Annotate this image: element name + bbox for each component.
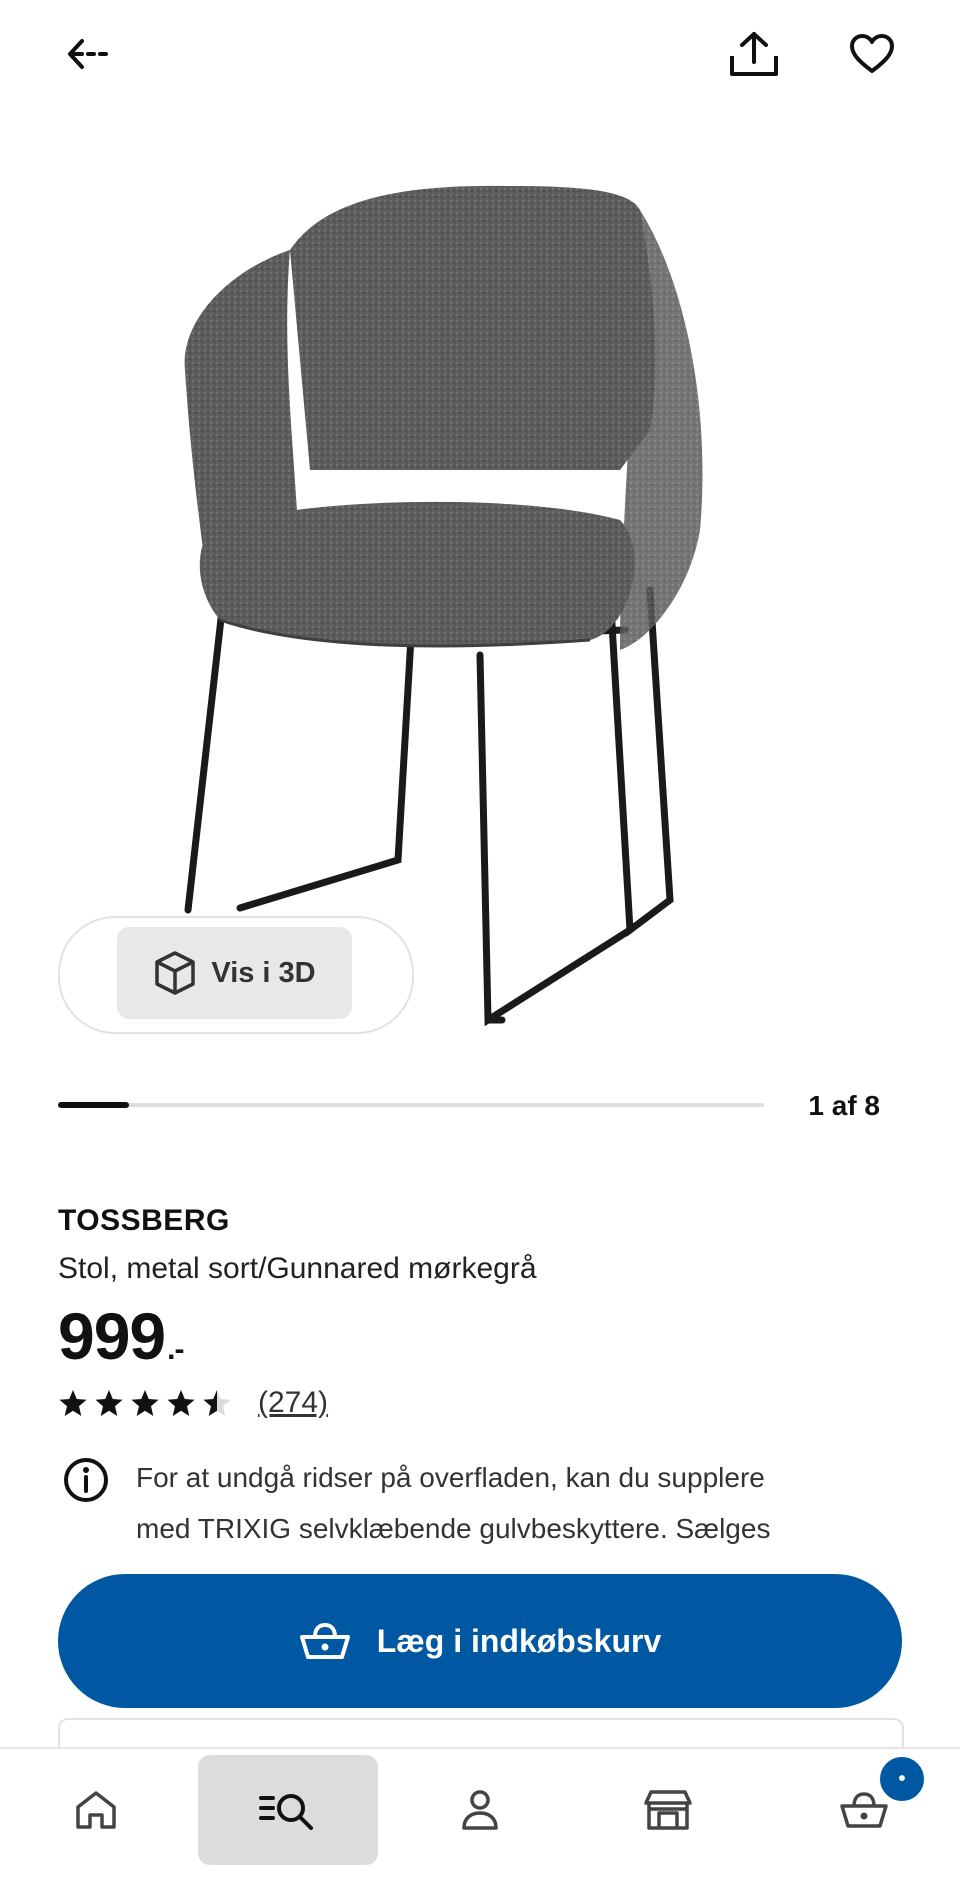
product-price: 999.- — [58, 1298, 184, 1374]
back-button[interactable] — [52, 18, 124, 90]
nav-cart[interactable]: • — [816, 1753, 928, 1865]
share-button[interactable] — [718, 18, 790, 90]
favorite-button[interactable] — [836, 18, 908, 90]
cube-icon — [155, 951, 196, 995]
back-arrow-icon — [68, 39, 108, 69]
product-description: Stol, metal sort/Gunnared mørkegrå — [58, 1252, 537, 1285]
review-count-link[interactable]: (274) — [258, 1386, 328, 1420]
info-message: For at undgå ridser på overfladen, kan d… — [136, 1452, 896, 1554]
star-icon — [131, 1390, 159, 1416]
search-icon — [259, 1794, 313, 1830]
cart-badge: • — [876, 1753, 928, 1805]
gallery-progress-bar — [58, 1102, 764, 1108]
bottom-navigation: • — [0, 1747, 960, 1904]
star-icon — [59, 1390, 87, 1416]
share-icon — [730, 32, 778, 76]
add-to-cart-label: Læg i indkøbskurv — [376, 1622, 662, 1659]
nav-search[interactable] — [198, 1755, 378, 1865]
nav-profile[interactable] — [432, 1755, 528, 1865]
nav-home[interactable] — [48, 1755, 144, 1865]
view-3d-button[interactable]: Vis i 3D — [117, 927, 352, 1019]
info-line-1: For at undgå ridser på overfladen, kan d… — [136, 1462, 765, 1493]
view-3d-label: Vis i 3D — [211, 956, 316, 989]
gallery-progress-fill — [58, 1102, 129, 1108]
rating-stars — [58, 1389, 232, 1417]
star-icon — [95, 1390, 123, 1416]
price-value: 999 — [58, 1299, 166, 1373]
next-card-peek — [58, 1718, 904, 1750]
basket-icon — [299, 1622, 350, 1659]
info-icon — [64, 1458, 108, 1502]
product-name: TOSSBERG — [58, 1204, 230, 1237]
nav-store[interactable] — [620, 1755, 716, 1865]
gallery-counter: 1 af 8 — [808, 1090, 880, 1121]
price-suffix: .- — [167, 1333, 184, 1366]
rating[interactable]: (274) — [58, 1386, 328, 1420]
store-icon — [644, 1790, 692, 1830]
heart-icon — [850, 34, 894, 73]
star-icon — [167, 1390, 195, 1416]
home-icon — [76, 1791, 116, 1829]
info-line-2: med TRIXIG selvklæbende gulvbeskyttere. … — [136, 1513, 771, 1544]
add-to-cart-button[interactable]: Læg i indkøbskurv — [58, 1574, 902, 1708]
profile-icon — [462, 1790, 498, 1830]
star-icon — [203, 1390, 231, 1416]
